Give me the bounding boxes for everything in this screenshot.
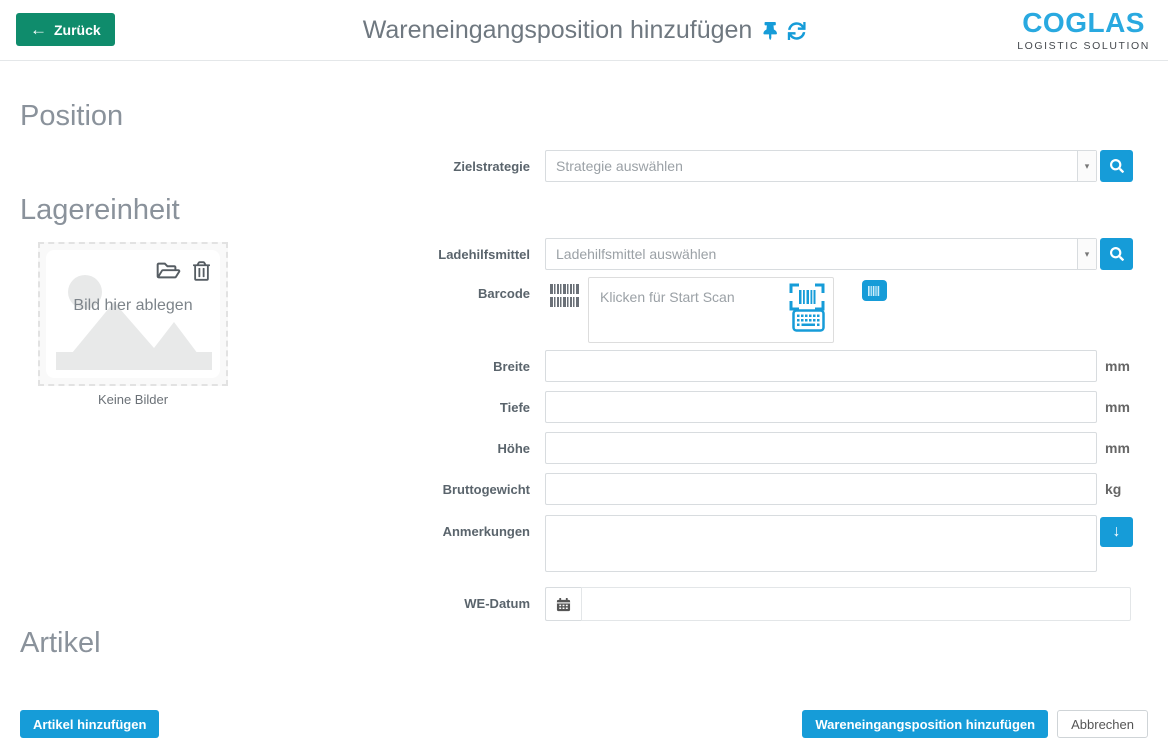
barcode-label: Barcode [0,277,530,301]
add-article-button[interactable]: Artikel hinzufügen [20,710,159,738]
breite-label: Breite [0,350,530,374]
pin-icon[interactable] [762,22,777,40]
section-heading-lagereinheit: Lagereinheit [20,194,180,227]
breite-unit: mm [1105,350,1130,382]
field-row-breite: Breite mm [0,350,1130,382]
zielstrategie-placeholder: Strategie auswählen [546,158,1077,174]
field-row-barcode: Barcode Klicken für Start Scan [0,277,887,343]
chevron-down-icon[interactable]: ▾ [1077,239,1096,269]
barcode-icon [550,284,581,312]
anmerkungen-label: Anmerkungen [0,515,530,539]
barcode-placeholder: Klicken für Start Scan [600,289,735,305]
field-row-we-datum: WE-Datum [0,587,1131,621]
field-row-zielstrategie: Zielstrategie Strategie auswählen ▾ [0,150,1133,182]
tiefe-input[interactable] [545,391,1097,423]
title-wrap: Wareneingangsposition hinzufügen [363,0,806,61]
ladehilfsmittel-search-button[interactable] [1100,238,1133,270]
submit-button[interactable]: Wareneingangsposition hinzufügen [802,710,1048,738]
barcode-scanner-button[interactable] [862,280,887,301]
page-title: Wareneingangsposition hinzufügen [363,16,753,45]
header: ← Zurück Wareneingangsposition hinzufüge… [0,0,1168,61]
hoehe-label: Höhe [0,432,530,456]
ladehilfsmittel-placeholder: Ladehilfsmittel auswählen [546,246,1077,262]
footer-actions: Wareneingangsposition hinzufügen Abbrech… [802,710,1148,738]
calendar-icon[interactable] [545,587,581,621]
refresh-icon[interactable] [787,22,805,40]
bruttogewicht-input[interactable] [545,473,1097,505]
arrow-down-icon: ↓ [1113,523,1121,540]
field-row-hoehe: Höhe mm [0,432,1130,464]
field-row-bruttogewicht: Bruttogewicht kg [0,473,1121,505]
zielstrategie-label: Zielstrategie [0,150,530,174]
tiefe-unit: mm [1105,391,1130,423]
field-row-tiefe: Tiefe mm [0,391,1130,423]
keyboard-icon[interactable] [792,309,825,337]
ladehilfsmittel-label: Ladehilfsmittel [0,238,530,262]
field-row-anmerkungen: Anmerkungen ↓ [0,515,1133,572]
chevron-down-icon[interactable]: ▾ [1077,151,1096,181]
bruttogewicht-label: Bruttogewicht [0,473,530,497]
bruttogewicht-unit: kg [1105,473,1121,505]
page: ← Zurück Wareneingangsposition hinzufüge… [0,0,1168,754]
search-icon [1110,159,1124,173]
tiefe-label: Tiefe [0,391,530,415]
search-icon [1110,247,1124,261]
we-datum-input[interactable] [581,587,1131,621]
anmerkungen-textarea[interactable] [545,515,1097,572]
logo-tagline: LOGISTIC SOLUTION [1017,40,1150,52]
anmerkungen-expand-button[interactable]: ↓ [1100,517,1133,547]
ladehilfsmittel-select[interactable]: Ladehilfsmittel auswählen ▾ [545,238,1097,270]
back-label: Zurück [54,22,101,38]
hoehe-input[interactable] [545,432,1097,464]
back-button[interactable]: ← Zurück [16,13,115,46]
breite-input[interactable] [545,350,1097,382]
section-heading-artikel: Artikel [20,627,101,660]
arrow-left-icon: ← [30,21,47,38]
hoehe-unit: mm [1105,432,1130,464]
we-datum-label: WE-Datum [0,587,530,611]
barcode-mini-icon [868,286,881,296]
zielstrategie-search-button[interactable] [1100,150,1133,182]
logo-brand: COGLAS [1017,9,1150,37]
cancel-button[interactable]: Abbrechen [1057,710,1148,738]
field-row-ladehilfsmittel: Ladehilfsmittel Ladehilfsmittel auswähle… [0,238,1133,270]
logo: COGLAS LOGISTIC SOLUTION [1017,9,1150,52]
barcode-scan-input[interactable]: Klicken für Start Scan [588,277,834,343]
section-heading-position: Position [20,100,123,133]
zielstrategie-select[interactable]: Strategie auswählen ▾ [545,150,1097,182]
